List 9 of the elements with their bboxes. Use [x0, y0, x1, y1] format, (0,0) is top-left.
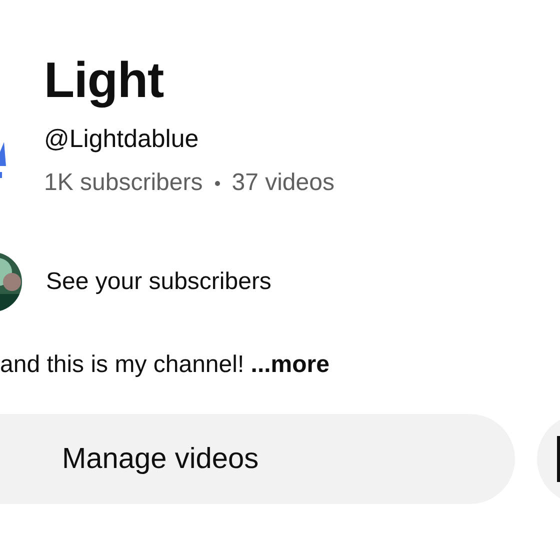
manage-videos-button[interactable]: Manage videos [0, 414, 515, 504]
channel-description: and this is my channel! ...more [0, 350, 330, 380]
see-subscribers-link[interactable]: See your subscribers [46, 268, 272, 296]
channel-stat: 37 videos [232, 168, 334, 198]
channel-name: Light [44, 51, 165, 110]
separator-dot [214, 180, 220, 186]
channel-handle: @Lightdablue [44, 124, 200, 154]
channel-stat: 1K subscribers [44, 168, 203, 198]
more-link[interactable]: ...more [250, 351, 330, 378]
